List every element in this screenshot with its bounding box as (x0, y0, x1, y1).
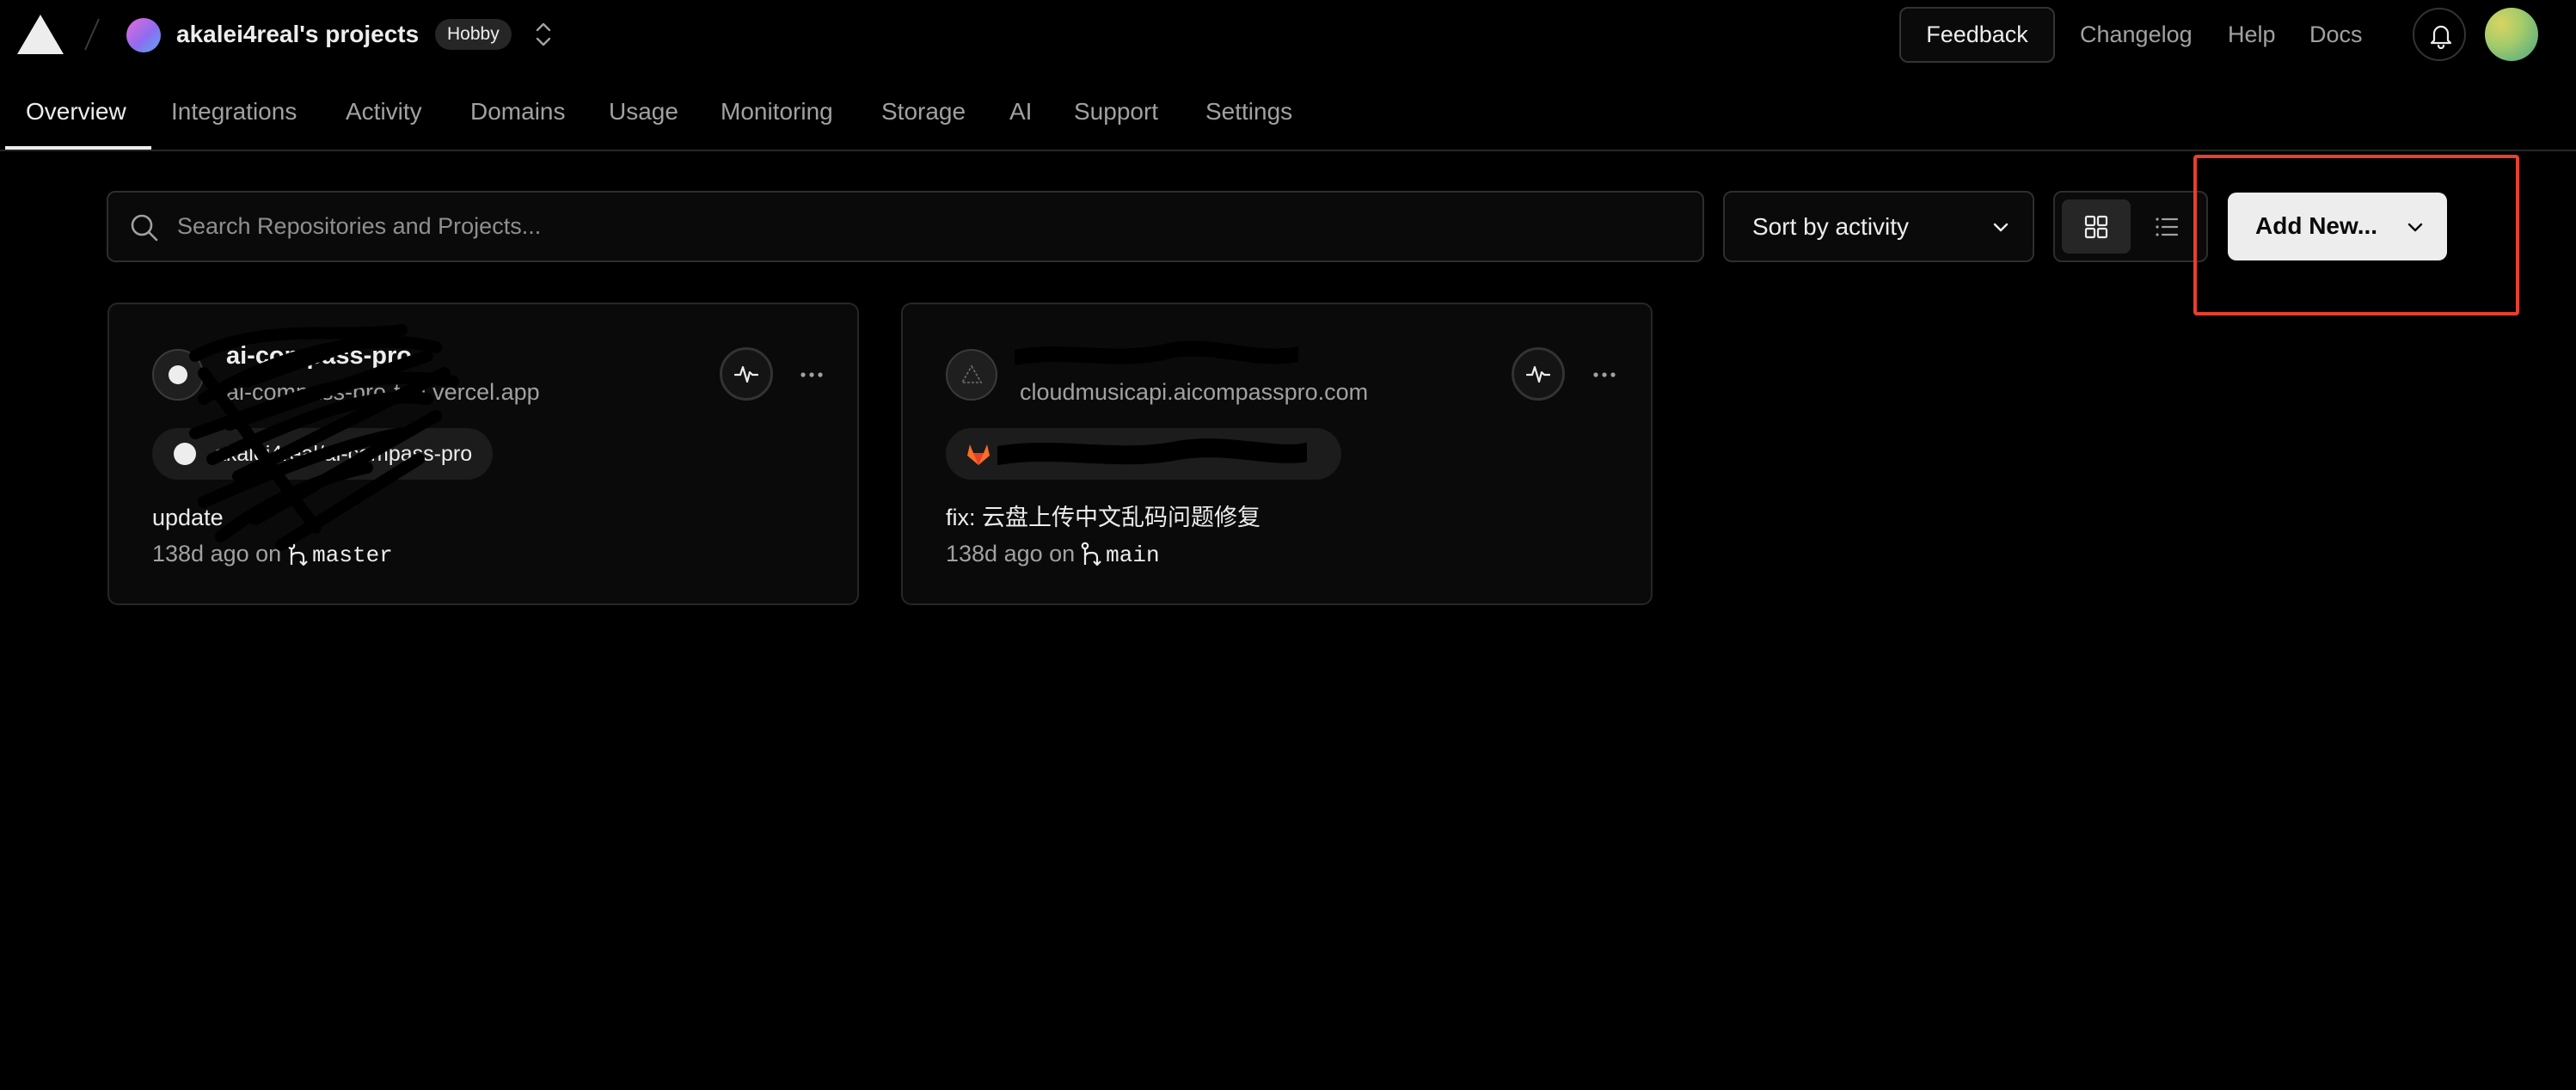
gitlab-icon (967, 444, 990, 465)
chevron-down-icon (2407, 223, 2423, 232)
project-icon (152, 349, 204, 401)
grid-icon (2084, 215, 2108, 239)
tab-settings[interactable]: Settings (1205, 93, 1292, 150)
user-avatar[interactable] (2485, 8, 2538, 61)
commit-meta: 138d ago on main (946, 536, 1160, 573)
git-branch-icon (1081, 542, 1101, 566)
git-branch-icon (287, 542, 308, 566)
tab-support[interactable]: Support (1074, 93, 1158, 150)
triangle-placeholder-icon (960, 364, 983, 383)
sort-dropdown[interactable]: Sort by activity (1723, 191, 2034, 262)
add-new-label: Add New... (2255, 212, 2378, 239)
help-link[interactable]: Help (2228, 17, 2276, 52)
repo-link[interactable]: akalei4real/ai-compass-pro (152, 428, 494, 480)
repo-name: akalei4real/ai-compass-pro (214, 442, 473, 466)
vercel-dashboard: akalei4real's projects Hobby Feedback Ch… (0, 0, 2576, 1090)
notifications-button[interactable] (2413, 8, 2466, 61)
project-logo-icon (169, 365, 187, 384)
team-avatar[interactable] (126, 18, 161, 52)
tab-overview[interactable]: Overview (26, 93, 126, 150)
view-toggle (2053, 191, 2208, 262)
project-domain[interactable]: ai-compass-pro-tau.vercel.app (226, 375, 540, 409)
commit-time: 138d ago on (152, 541, 282, 566)
search-icon (131, 214, 158, 242)
project-name[interactable]: ai-compass-pro (226, 339, 412, 373)
active-tab-indicator (5, 146, 151, 150)
project-icon (946, 349, 997, 401)
github-icon (174, 443, 196, 465)
nav-tabs: Overview Integrations Activity Domains U… (0, 93, 2576, 151)
branch-name: main (1106, 542, 1160, 568)
search-box (107, 191, 1704, 262)
tab-usage[interactable]: Usage (609, 93, 678, 150)
more-options-icon[interactable] (1587, 358, 1622, 392)
project-domain[interactable]: cloudmusicapi.aicompasspro.com (1020, 375, 1368, 409)
breadcrumb-separator-icon (84, 18, 100, 51)
grid-view-button[interactable] (2062, 199, 2131, 254)
add-new-button[interactable]: Add New... (2228, 193, 2447, 260)
branch-name: master (312, 542, 393, 568)
more-options-icon[interactable] (794, 358, 829, 392)
bell-icon (2430, 25, 2452, 49)
plan-badge: Hobby (435, 19, 512, 50)
feedback-button[interactable]: Feedback (1899, 7, 2055, 63)
search-input[interactable] (177, 193, 1673, 260)
commit-time: 138d ago on (946, 541, 1076, 566)
project-card[interactable]: ai-compass-pro ai-compass-pro-tau.vercel… (107, 303, 859, 605)
activity-pulse-icon (1526, 365, 1550, 383)
sort-label: Sort by activity (1752, 213, 1910, 240)
commit-message: fix: 云盘上传中文乱码问题修复 (946, 505, 1261, 530)
tab-ai[interactable]: AI (1009, 93, 1032, 150)
list-view-button[interactable] (2132, 199, 2201, 254)
changelog-link[interactable]: Changelog (2080, 17, 2193, 52)
activity-pulse-icon (734, 365, 758, 383)
vercel-logo-icon[interactable] (17, 15, 64, 54)
project-activity-button[interactable] (720, 347, 773, 401)
list-icon (2156, 217, 2179, 236)
redaction-scribble (1015, 340, 1298, 365)
repo-link[interactable] (946, 428, 1341, 480)
commit-message: update (152, 505, 224, 530)
team-switcher-icon[interactable] (531, 19, 555, 50)
tab-storage[interactable]: Storage (881, 93, 966, 150)
project-card[interactable]: cloudmusicapi.aicompasspro.com fix: 云盘上传… (901, 303, 1653, 605)
tab-activity[interactable]: Activity (346, 93, 422, 150)
chevron-down-icon (1993, 223, 2009, 232)
project-activity-button[interactable] (1512, 347, 1565, 401)
top-header: akalei4real's projects Hobby Feedback Ch… (0, 0, 2576, 70)
tab-integrations[interactable]: Integrations (171, 93, 297, 150)
docs-link[interactable]: Docs (2309, 17, 2363, 52)
tab-domains[interactable]: Domains (470, 93, 565, 150)
tab-monitoring[interactable]: Monitoring (721, 93, 833, 150)
team-name[interactable]: akalei4real's projects (176, 17, 419, 52)
commit-meta: 138d ago on master (152, 536, 393, 573)
